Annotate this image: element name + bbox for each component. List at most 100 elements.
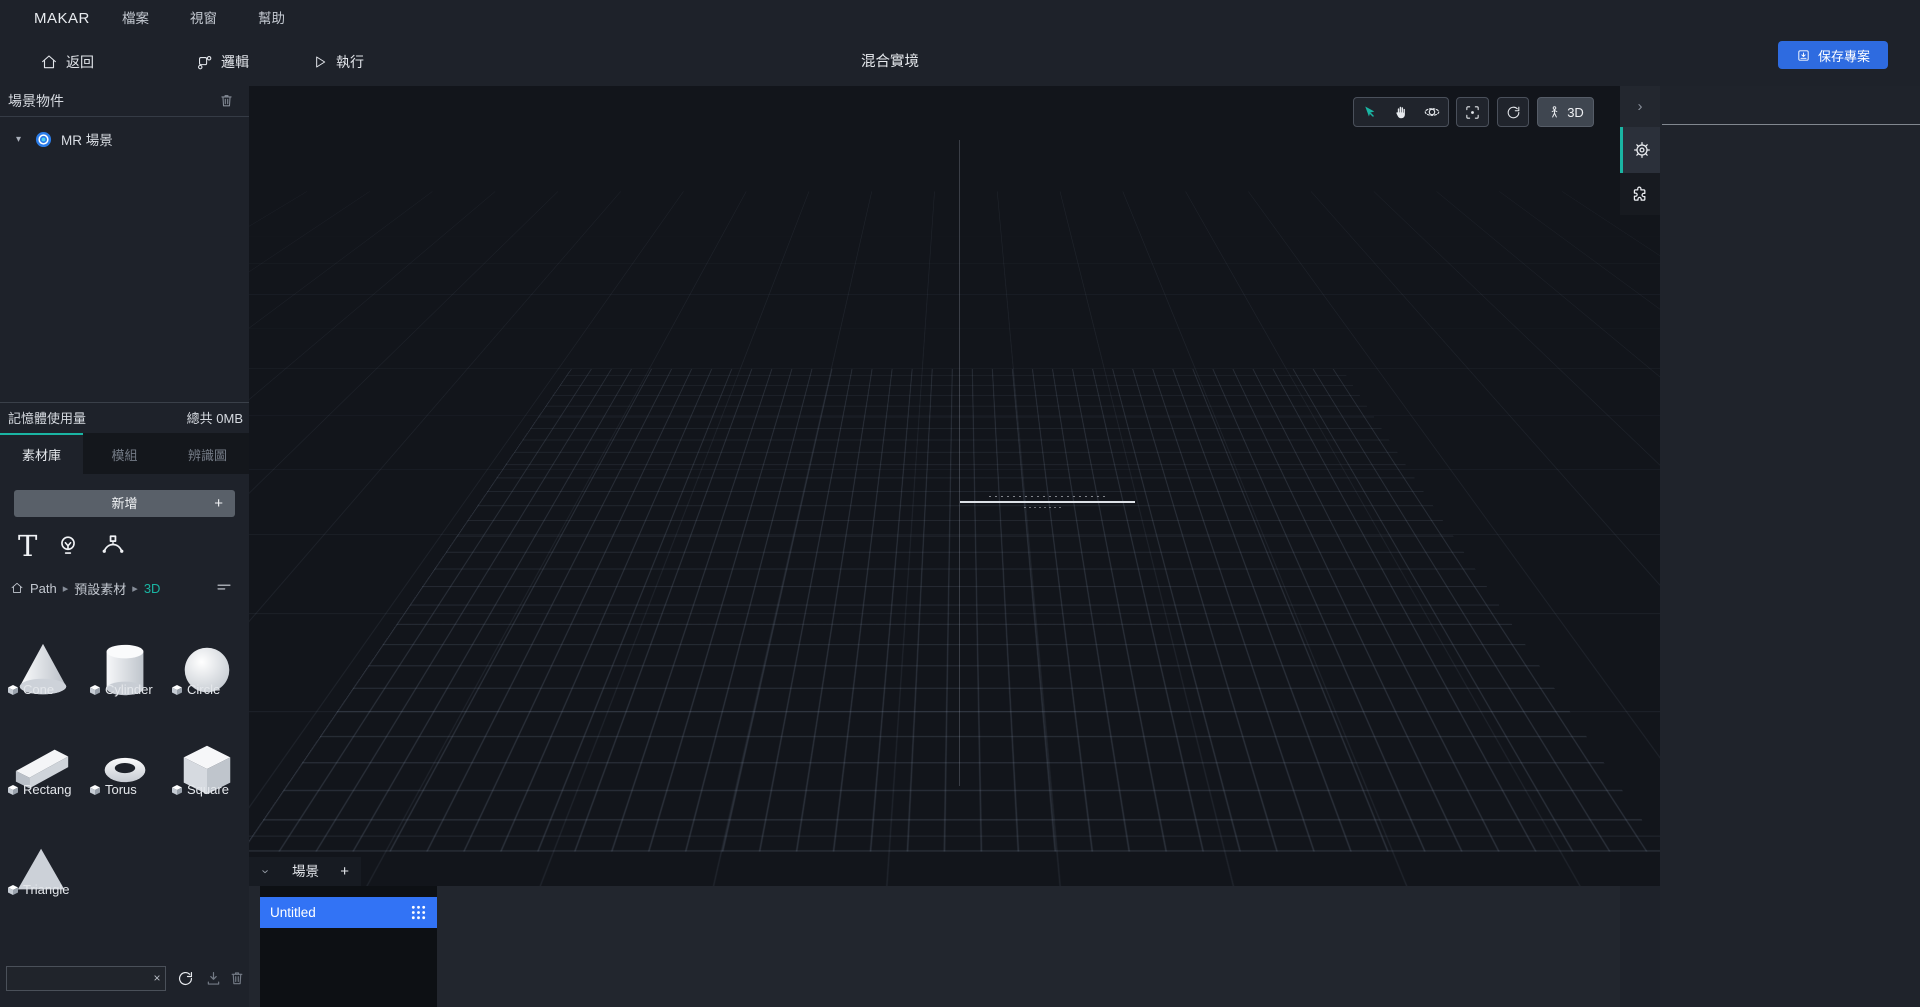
- cube-icon: [7, 684, 19, 696]
- tree-item-mr-scene[interactable]: ▾ MR 場景: [0, 126, 249, 152]
- logic-button[interactable]: 邏輯: [196, 38, 249, 86]
- measure-marks: [1024, 507, 1064, 508]
- add-label: 新增: [14, 490, 235, 517]
- orbit-tool-icon[interactable]: [1417, 98, 1448, 126]
- asset-triangle[interactable]: Triangle: [2, 810, 84, 910]
- asset-name: Circle: [187, 682, 220, 697]
- measure-marks: [989, 496, 1109, 497]
- viewport-tool-group: [1353, 97, 1449, 127]
- toolbar: 返回 邏輯 執行 混合實境 保存專案: [0, 38, 1920, 86]
- library-search-bar: ×: [0, 964, 249, 994]
- light-tool-icon[interactable]: [55, 533, 81, 559]
- scene-item-untitled[interactable]: Untitled: [260, 897, 437, 928]
- scenes-label: 場景: [292, 857, 319, 886]
- scenes-list: Untitled: [260, 886, 437, 1007]
- breadcrumb-folder[interactable]: 預設素材: [74, 579, 126, 598]
- tab-markers[interactable]: 辨識圖: [166, 433, 249, 474]
- cube-icon: [89, 784, 101, 796]
- trash-icon[interactable]: [228, 969, 246, 987]
- asset-name: Square: [187, 782, 229, 797]
- cube-icon: [7, 884, 19, 896]
- reset-view-button[interactable]: [1497, 97, 1529, 127]
- add-scene-icon[interactable]: +: [340, 857, 349, 886]
- path-tool-icon[interactable]: [99, 532, 127, 560]
- back-button[interactable]: 返回: [40, 38, 94, 86]
- bottom-area: [249, 886, 1620, 1007]
- cube-icon: [171, 784, 183, 796]
- breadcrumb-sep-icon: ▸: [132, 582, 138, 595]
- text-tool-icon[interactable]: T: [18, 531, 37, 561]
- download-icon[interactable]: [204, 969, 223, 988]
- gear-icon: [1632, 140, 1652, 160]
- inspector-panel: [1660, 86, 1920, 1007]
- scene-name: Untitled: [270, 897, 316, 928]
- view-mode-label: 3D: [1567, 105, 1584, 120]
- memory-usage-label: 記憶體使用量: [8, 403, 86, 434]
- 3d-viewport[interactable]: 3D: [249, 86, 1660, 886]
- view-mode-3d-button[interactable]: 3D: [1537, 97, 1594, 127]
- breadcrumb: Path ▸ 預設素材 ▸ 3D: [10, 578, 160, 598]
- asset-name: Triangle: [23, 882, 69, 897]
- asset-square[interactable]: Square: [166, 710, 248, 810]
- scenes-bar: › 場景 +: [249, 857, 361, 886]
- vertical-axis-line: [959, 140, 960, 786]
- asset-cone[interactable]: Cone: [2, 610, 84, 710]
- asset-circle[interactable]: Circle: [166, 610, 248, 710]
- plugins-tab[interactable]: [1620, 173, 1660, 215]
- asset-name: Cylinder: [105, 682, 153, 697]
- select-tool-icon[interactable]: [1354, 98, 1385, 126]
- asset-name: Cone: [23, 682, 54, 697]
- expand-right-panel-button[interactable]: ›: [1620, 86, 1660, 127]
- save-project-button[interactable]: 保存專案: [1778, 41, 1888, 69]
- home-icon: [40, 53, 58, 71]
- home-icon[interactable]: [10, 581, 24, 595]
- run-button[interactable]: 執行: [312, 38, 364, 86]
- person-icon: [1547, 105, 1562, 120]
- breadcrumb-root[interactable]: Path: [30, 581, 57, 596]
- breadcrumb-sep-icon: ▸: [63, 582, 69, 595]
- settings-tab[interactable]: [1620, 127, 1660, 173]
- add-asset-button[interactable]: 新增 +: [14, 490, 235, 517]
- asset-rectang[interactable]: Rectang: [2, 710, 84, 810]
- pan-tool-icon[interactable]: [1385, 98, 1416, 126]
- drag-handle-icon[interactable]: [410, 904, 427, 921]
- library-tabs: 素材庫 模組 辨識圖: [0, 433, 249, 474]
- asset-type-tools: T: [18, 526, 127, 566]
- save-label: 保存專案: [1818, 46, 1870, 65]
- measure-line: [960, 501, 1135, 503]
- mr-scene-icon: [35, 131, 52, 148]
- refresh-library-icon[interactable]: [176, 969, 195, 988]
- breadcrumb-current: 3D: [144, 581, 161, 596]
- grid-scene: [249, 86, 1660, 886]
- app-logo[interactable]: MAKAR: [34, 0, 90, 38]
- tab-modules[interactable]: 模組: [83, 433, 166, 474]
- menu-bar: MAKAR 檔案 視窗 幫助: [0, 0, 1920, 38]
- menu-file[interactable]: 檔案: [122, 0, 149, 38]
- clear-search-icon[interactable]: ×: [148, 966, 166, 991]
- tree-item-label: MR 場景: [61, 129, 113, 149]
- save-icon: [1796, 48, 1811, 63]
- run-label: 執行: [336, 52, 364, 72]
- memory-total-value: 總共 0MB: [187, 403, 243, 434]
- sort-icon[interactable]: [215, 578, 233, 596]
- menu-help[interactable]: 幫助: [258, 0, 285, 38]
- play-icon: [312, 54, 328, 70]
- logic-label: 邏輯: [221, 52, 249, 72]
- scene-objects-header: 場景物件: [0, 86, 249, 117]
- logic-icon: [196, 54, 213, 71]
- makar-editor: MAKAR 檔案 視窗 幫助 返回 邏輯 執行 混合實境: [0, 0, 1920, 1007]
- plus-icon: +: [214, 490, 223, 517]
- asset-cylinder[interactable]: Cylinder: [84, 610, 166, 710]
- menu-window[interactable]: 視窗: [190, 0, 217, 38]
- expander-icon[interactable]: ▾: [16, 134, 21, 145]
- collapse-scenes-icon[interactable]: ›: [259, 865, 274, 879]
- delete-object-icon[interactable]: [218, 92, 235, 109]
- asset-name: Rectang: [23, 782, 71, 797]
- puzzle-icon: [1630, 184, 1650, 204]
- back-label: 返回: [66, 52, 94, 72]
- search-input[interactable]: [6, 966, 166, 991]
- tab-assets[interactable]: 素材庫: [0, 433, 83, 474]
- focus-frame-button[interactable]: [1456, 97, 1489, 127]
- asset-torus[interactable]: Torus: [84, 710, 166, 810]
- panel-divider: [1662, 124, 1920, 125]
